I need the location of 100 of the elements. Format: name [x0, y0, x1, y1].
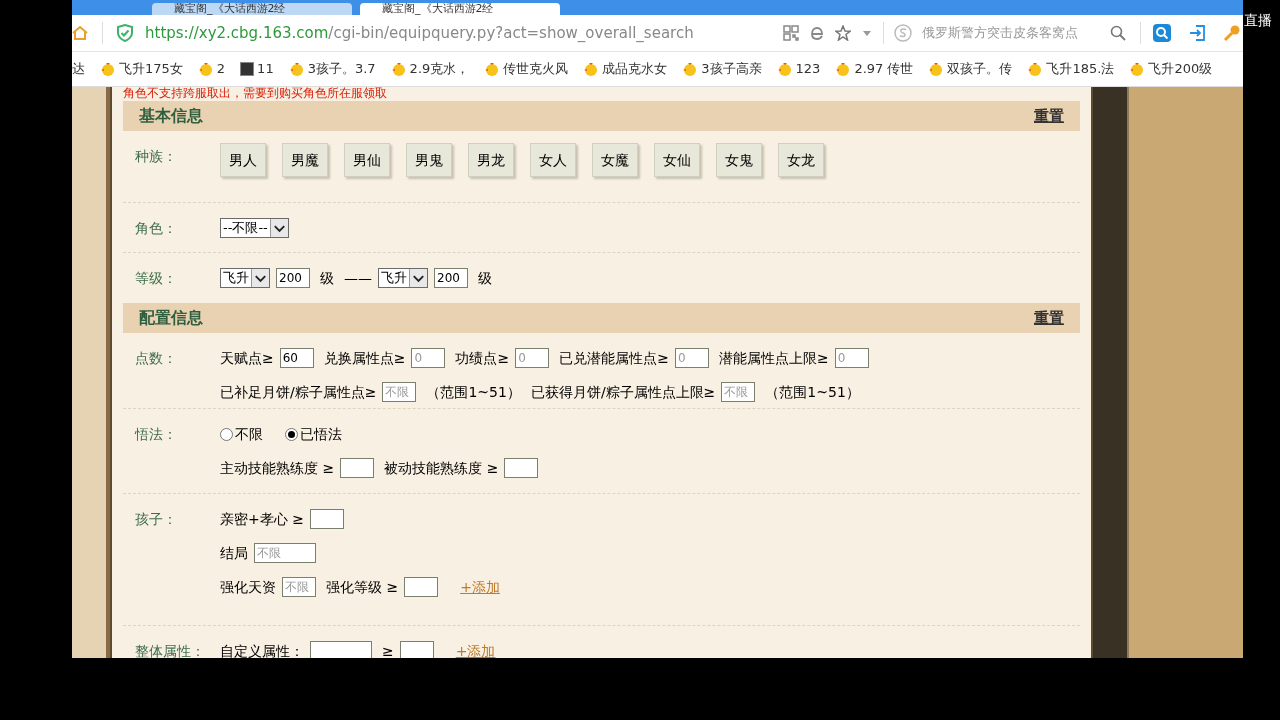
notice-text: 角色不支持跨服取出，需要到购买角色所在服领取 — [123, 87, 387, 100]
input-field[interactable]: 0 — [515, 348, 550, 368]
overlay-label: 直播 — [1244, 11, 1272, 30]
input-field[interactable]: 0 — [834, 348, 869, 368]
field-text: 级 — [320, 268, 334, 288]
input-field[interactable]: 60 — [279, 348, 314, 368]
input-field[interactable]: 不限 — [254, 543, 316, 563]
chick-icon — [835, 61, 852, 77]
star-icon[interactable] — [835, 25, 851, 41]
field-text: 自定义属性： — [220, 641, 304, 658]
input-field[interactable]: 200 — [276, 268, 310, 288]
input-field[interactable]: 不限 — [282, 577, 316, 597]
home-icon[interactable] — [72, 25, 88, 41]
chick-icon — [682, 61, 699, 77]
bookmark-link[interactable]: 3孩子高亲 — [701, 59, 762, 79]
bookmark-link[interactable]: 双孩子。传 — [947, 59, 1013, 79]
dropdown[interactable]: --不限-- — [220, 218, 289, 238]
field-text: 结局 — [220, 543, 248, 563]
field-text: 主动技能熟练度 ≥ — [220, 458, 335, 478]
race-button[interactable]: 女魔 — [592, 143, 638, 177]
bookmark-link[interactable]: 飞升200级 — [1148, 59, 1213, 79]
input-field[interactable]: 0 — [411, 348, 446, 368]
input-field[interactable] — [340, 458, 375, 478]
race-button[interactable]: 男仙 — [344, 143, 390, 177]
radio-label[interactable]: 不限 — [235, 423, 263, 445]
field-text: 兑换属性点≥ — [323, 348, 406, 368]
magnifier-icon[interactable] — [1153, 24, 1171, 42]
field-label: 等级： — [134, 269, 178, 288]
race-button[interactable]: 女鬼 — [716, 143, 762, 177]
bookmark-link[interactable]: 传世克火风 — [503, 59, 569, 79]
bookmark-link[interactable]: 飞升175女 — [119, 59, 183, 79]
field-label: 悟法： — [133, 425, 178, 444]
race-button[interactable]: 女龙 — [778, 143, 824, 177]
radio-button[interactable] — [220, 427, 233, 441]
input-field[interactable]: 不限 — [721, 382, 756, 402]
url-field[interactable]: https://xy2.cbg.163.com/cgi-bin/equipquery.py?act=show_overall_search — [145, 21, 775, 45]
field-text: 天赋点≥ — [220, 348, 274, 368]
input-field[interactable] — [309, 509, 344, 529]
input-field[interactable] — [404, 577, 439, 597]
input-field[interactable]: 0 — [674, 348, 709, 368]
qr-code-icon[interactable] — [783, 25, 799, 41]
chick-icon — [776, 61, 793, 77]
login-icon[interactable] — [1189, 24, 1207, 42]
browser-tab[interactable]: 藏宝阁_《大话西游2经 — [152, 3, 352, 15]
reset-link[interactable]: 重置 — [1034, 104, 1064, 128]
race-button[interactable]: 女人 — [530, 143, 576, 177]
field-text: 已获得月饼/粽子属性点上限≥ — [530, 382, 716, 402]
field-text: （范围1~51） — [765, 382, 860, 402]
field-label: 整体属性： — [134, 642, 206, 658]
field-text: —— — [344, 268, 372, 288]
input-field[interactable] — [504, 458, 539, 478]
field-text: 亲密+孝心 ≥ — [220, 509, 304, 529]
radio-label[interactable]: 已悟法 — [300, 423, 342, 445]
chick-icon — [390, 61, 407, 77]
browser-tab[interactable]: 藏宝阁_《大话西游2经 — [360, 3, 560, 15]
chick-icon — [928, 61, 945, 77]
chevron-down-icon[interactable] — [269, 219, 288, 237]
bookmark-link[interactable]: 2 — [216, 59, 226, 79]
chick-icon — [288, 61, 305, 77]
chick-icon — [1027, 61, 1044, 77]
input-field[interactable] — [399, 641, 434, 658]
race-button[interactable]: 男魔 — [282, 143, 328, 177]
field-text: 功绩点≥ — [455, 348, 510, 368]
bookmark-link[interactable]: 成品克水女 — [602, 59, 668, 79]
bookmark-link[interactable]: 11 — [257, 59, 274, 79]
bookmark-link[interactable]: 3孩子。3.7 — [307, 59, 376, 79]
bookmark-link[interactable]: 123 — [795, 59, 821, 79]
input-field[interactable]: 200 — [434, 268, 468, 288]
bookmark-link[interactable]: 2.97 传世 — [854, 59, 914, 79]
field-label: 孩子： — [134, 510, 178, 529]
race-button[interactable]: 女仙 — [654, 143, 700, 177]
race-button[interactable]: 男龙 — [468, 143, 514, 177]
site-icon — [240, 62, 255, 76]
chevron-down-icon[interactable] — [409, 269, 427, 287]
field-text: ≥ — [382, 641, 394, 658]
field-label: 点数： — [134, 349, 178, 368]
bookmark-link[interactable]: 飞升185.法 — [1046, 59, 1115, 79]
chick-icon — [100, 61, 116, 77]
input-field[interactable] — [310, 641, 372, 658]
bookmark-link[interactable]: 2.9克水， — [409, 59, 470, 79]
input-field[interactable]: 不限 — [382, 382, 417, 402]
bookmark-link[interactable]: 达 — [72, 59, 85, 79]
chick-icon — [484, 61, 501, 77]
caret-icon[interactable] — [863, 30, 871, 36]
browser-e-icon[interactable] — [809, 25, 825, 41]
wrench-icon[interactable] — [1223, 24, 1241, 42]
field-text: 强化天资 — [220, 577, 276, 597]
race-button[interactable]: 男人 — [220, 143, 266, 177]
shield-icon — [117, 24, 133, 42]
reset-link[interactable]: 重置 — [1034, 306, 1064, 330]
field-label: 种族： — [134, 147, 178, 166]
dropdown[interactable]: 飞升 — [378, 268, 428, 288]
chevron-down-icon[interactable] — [251, 269, 269, 287]
dropdown[interactable]: 飞升 — [220, 268, 270, 288]
field-text: 已补足月饼/粽子属性点≥ — [220, 382, 377, 402]
search-icon[interactable] — [1110, 25, 1126, 41]
radio-button[interactable] — [285, 427, 298, 441]
field-text: 已兑潜能属性点≥ — [559, 348, 669, 368]
race-button[interactable]: 男鬼 — [406, 143, 452, 177]
section-title: 配置信息 — [139, 307, 203, 329]
